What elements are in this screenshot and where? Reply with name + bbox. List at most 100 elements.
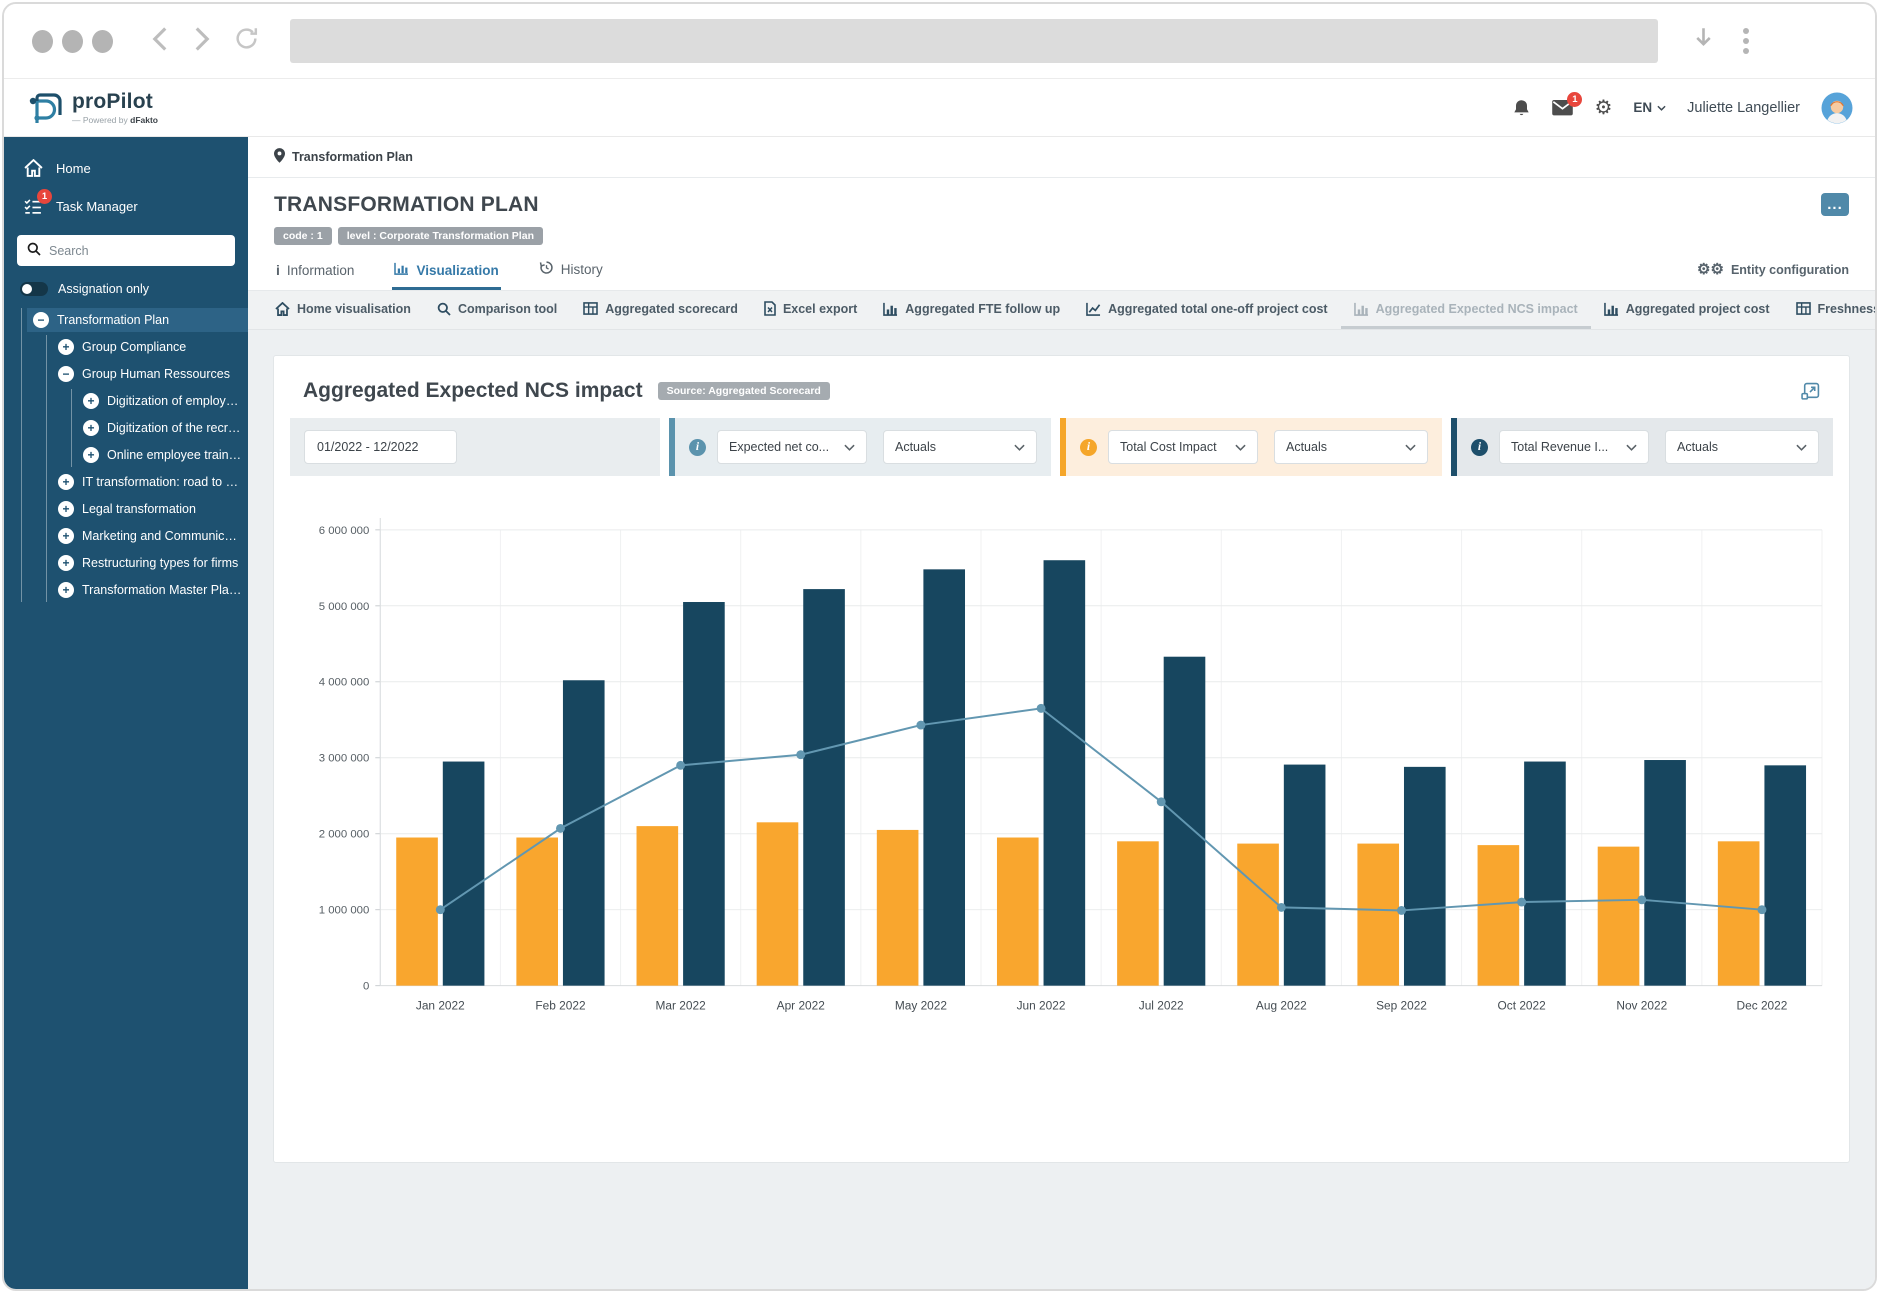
svg-text:Oct 2022: Oct 2022: [1498, 998, 1546, 1012]
period-select[interactable]: Actuals: [1274, 430, 1428, 464]
refresh-icon[interactable]: [233, 25, 260, 57]
toolbar-item-label: Freshness of data - Project: [1818, 302, 1877, 316]
svg-text:0: 0: [363, 981, 369, 993]
breadcrumb[interactable]: Transformation Plan: [248, 137, 1875, 178]
toolbar-item-comparison-tool[interactable]: Comparison tool: [424, 291, 570, 329]
url-bar[interactable]: [290, 19, 1658, 63]
svg-text:Jun 2022: Jun 2022: [1017, 998, 1066, 1012]
more-actions-button[interactable]: ...: [1821, 193, 1849, 216]
tree-item-transformation-plan[interactable]: −Transformation Plan: [27, 308, 248, 332]
tree-item-online-employee-training[interactable]: + Online employee training ...: [77, 443, 248, 467]
back-icon[interactable]: [148, 25, 172, 58]
tree-item-label: Online employee training ...: [107, 448, 242, 462]
toolbar-item-aggregated-fte-follow-up[interactable]: Aggregated FTE follow up: [870, 291, 1073, 329]
svg-text:Mar 2022: Mar 2022: [656, 998, 706, 1012]
toolbar-item-aggregated-total-one-off-project-cost[interactable]: Aggregated total one-off project cost: [1073, 291, 1340, 329]
user-name[interactable]: Juliette Langellier: [1687, 100, 1800, 116]
assignation-toggle[interactable]: [20, 282, 48, 296]
tree-item-transformation-master-plan[interactable]: +Transformation Master Plan -...: [52, 578, 248, 602]
tree-item-group-compliance[interactable]: +Group Compliance: [52, 335, 248, 359]
tree-item-label: Group Human Ressources: [82, 367, 230, 381]
svg-text:Apr 2022: Apr 2022: [777, 998, 825, 1012]
chevron-down-icon: [1014, 444, 1025, 451]
date-range-input[interactable]: 01/2022 - 12/2022: [304, 430, 457, 464]
svg-text:Nov 2022: Nov 2022: [1616, 998, 1667, 1012]
tree-item-marketing-and-communicati[interactable]: +Marketing and Communicati...: [52, 524, 248, 548]
info-icon[interactable]: i: [689, 439, 706, 456]
toolbar-item-label: Home visualisation: [297, 302, 411, 316]
tab-history[interactable]: History: [537, 249, 605, 290]
chevron-down-icon: [1657, 105, 1666, 111]
download-icon[interactable]: [1692, 26, 1715, 56]
browser-menu-icon[interactable]: [1743, 28, 1749, 54]
expand-icon[interactable]: +: [58, 582, 74, 598]
expand-icon[interactable]: +: [83, 393, 99, 409]
app-name: proPilot: [72, 91, 158, 112]
tree-item-restructuring-types-for-firms[interactable]: +Restructuring types for firms: [52, 551, 248, 575]
table-icon: [1796, 302, 1811, 315]
toolbar-item-label: Aggregated FTE follow up: [905, 302, 1060, 316]
toolbar-item-freshness-of-data-project[interactable]: Freshness of data - Project: [1783, 291, 1877, 329]
history-icon: [539, 260, 554, 278]
app-logo[interactable]: proPilot — Powered by dFakto: [24, 88, 158, 128]
period-select[interactable]: Actuals: [1665, 430, 1819, 464]
period-select[interactable]: Actuals: [883, 430, 1037, 464]
svg-text:Jul 2022: Jul 2022: [1139, 998, 1184, 1012]
panel-title: Aggregated Expected NCS impact: [303, 379, 643, 403]
expand-icon[interactable]: +: [58, 501, 74, 517]
search-input[interactable]: [49, 244, 225, 258]
tab-visualization[interactable]: Visualization: [392, 251, 500, 290]
location-pin-icon: [274, 148, 285, 166]
task-list-icon: 1: [24, 197, 43, 215]
toolbar-item-aggregated-expected-ncs-impact[interactable]: Aggregated Expected NCS impact: [1341, 291, 1591, 329]
tree-item-it-transformation-road-to-20[interactable]: +IT transformation: road to 20...: [52, 470, 248, 494]
collapse-icon[interactable]: −: [58, 366, 74, 382]
sidebar-item-home[interactable]: Home: [4, 149, 248, 187]
source-badge: Source: Aggregated Scorecard: [658, 382, 830, 400]
info-icon[interactable]: i: [1471, 439, 1488, 456]
toolbar-item-excel-export[interactable]: Excel export: [751, 291, 870, 329]
tree-item-label: Transformation Plan: [57, 313, 169, 327]
language-selector[interactable]: EN: [1633, 100, 1666, 115]
window-dot[interactable]: [92, 30, 113, 53]
expand-icon[interactable]: +: [58, 339, 74, 355]
messages-icon[interactable]: 1: [1552, 100, 1573, 116]
entity-configuration-button[interactable]: ⚙⚙ Entity configuration: [1697, 262, 1849, 290]
toolbar-item-home-visualisation[interactable]: Home visualisation: [262, 291, 424, 329]
expand-icon[interactable]: +: [58, 474, 74, 490]
metric-select[interactable]: Expected net co...: [717, 430, 867, 464]
tree-item-digitization-of-the-recruit[interactable]: +Digitization of the recruit...: [77, 416, 248, 440]
expand-icon[interactable]: +: [83, 420, 99, 436]
expand-icon[interactable]: +: [58, 528, 74, 544]
app-header: proPilot — Powered by dFakto 1 ⚙ EN Juli…: [4, 78, 1875, 137]
window-dot[interactable]: [32, 30, 53, 53]
propilot-logo-icon: [24, 88, 64, 128]
notifications-bell-icon[interactable]: [1512, 98, 1531, 118]
chart-bar-icon: [1354, 302, 1369, 316]
tab-information[interactable]: i Information: [274, 251, 356, 290]
expand-icon[interactable]: +: [58, 555, 74, 571]
window-dot[interactable]: [62, 30, 83, 53]
collapse-icon[interactable]: −: [33, 312, 49, 328]
chevron-down-icon: [844, 444, 855, 451]
svg-text:2 000 000: 2 000 000: [319, 829, 370, 841]
settings-gear-icon[interactable]: ⚙: [1594, 98, 1612, 118]
code-badge: code : 1: [274, 227, 332, 245]
sidebar-item-task-manager[interactable]: 1 Task Manager: [4, 187, 248, 225]
tree-item-group-human-ressources[interactable]: −Group Human Ressources: [52, 362, 248, 386]
toolbar-item-aggregated-project-cost[interactable]: Aggregated project cost: [1591, 291, 1783, 329]
forward-icon[interactable]: [190, 25, 214, 58]
visualisation-toolbar: Home visualisationComparison toolAggrega…: [248, 291, 1875, 330]
avatar[interactable]: [1821, 92, 1853, 124]
info-icon[interactable]: i: [1080, 439, 1097, 456]
expand-icon[interactable]: [1801, 382, 1820, 401]
metric-select[interactable]: Total Revenue I...: [1499, 430, 1649, 464]
toolbar-item-aggregated-scorecard[interactable]: Aggregated scorecard: [570, 291, 751, 329]
toolbar-item-label: Aggregated total one-off project cost: [1108, 302, 1327, 316]
expand-icon[interactable]: +: [83, 447, 99, 463]
tree-item-digitization-of-employees[interactable]: +Digitization of employees ...: [77, 389, 248, 413]
svg-text:3 000 000: 3 000 000: [319, 753, 370, 765]
browser-window: proPilot — Powered by dFakto 1 ⚙ EN Juli…: [2, 2, 1877, 1291]
tree-item-legal-transformation[interactable]: +Legal transformation: [52, 497, 248, 521]
metric-select[interactable]: Total Cost Impact: [1108, 430, 1258, 464]
